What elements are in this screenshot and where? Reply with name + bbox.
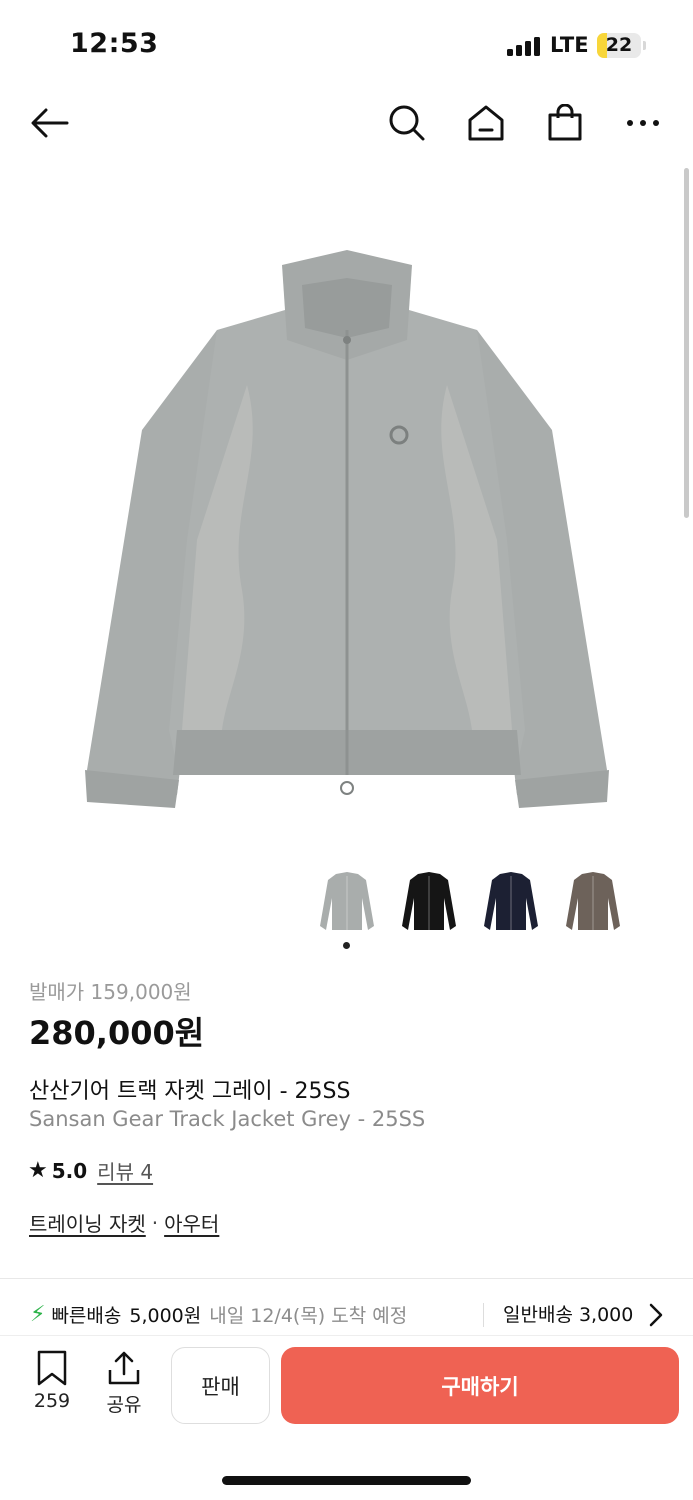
search-button[interactable]: [381, 95, 433, 151]
back-button[interactable]: [23, 95, 75, 151]
thumbnail-brown[interactable]: [552, 865, 634, 937]
battery-icon: 22: [597, 33, 641, 58]
share-label: 공유: [106, 1394, 142, 1416]
jacket-image: [84, 250, 609, 808]
star-icon: ★: [28, 1158, 48, 1183]
chevron-right-icon[interactable]: [648, 1303, 664, 1327]
bookmark-count: 259: [33, 1390, 71, 1412]
divider: [0, 1278, 693, 1279]
home-indicator[interactable]: [222, 1476, 471, 1485]
product-image[interactable]: [0, 165, 693, 855]
fast-shipping-label: 빠른배송: [51, 1304, 122, 1327]
thumbnail-jacket-brown: [566, 872, 620, 930]
back-arrow-icon: [31, 108, 69, 138]
share-button[interactable]: 공유: [99, 1350, 149, 1417]
buy-button[interactable]: 구매하기: [281, 1347, 679, 1424]
thumbnail-jacket-navy: [484, 872, 538, 930]
fast-shipping-price: 5,000원: [129, 1304, 202, 1327]
share-icon: [108, 1351, 140, 1385]
categories: 트레이닝 자켓 · 아우터: [29, 1208, 219, 1237]
thumbnail-grey[interactable]: [306, 865, 388, 937]
rating-score: 5.0: [51, 1158, 88, 1183]
more-button[interactable]: [617, 95, 669, 151]
signal-icon: [507, 36, 541, 56]
sell-button[interactable]: 판매: [171, 1347, 270, 1424]
category-link-training-jacket[interactable]: 트레이닝 자켓: [29, 1208, 146, 1237]
thumbnail-navy[interactable]: [470, 865, 552, 937]
thumbnail-jacket-grey: [320, 872, 374, 930]
search-icon: [389, 105, 425, 141]
battery-level: 22: [605, 34, 633, 56]
battery-tip: [643, 41, 646, 50]
shipping-separator: [483, 1303, 484, 1327]
home-button[interactable]: [460, 95, 512, 151]
color-thumbnails: [306, 865, 634, 937]
rating: ★ 5.0 리뷰 4: [28, 1156, 153, 1185]
fast-shipping-eta: 내일 12/4(목) 도착 예정: [209, 1304, 408, 1327]
thumbnail-black[interactable]: [388, 865, 470, 937]
normal-shipping-option[interactable]: 일반배송 3,000: [503, 1300, 643, 1327]
cart-button[interactable]: [539, 95, 591, 151]
release-price: 발매가 159,000원: [29, 980, 192, 1004]
home-icon: [468, 105, 504, 141]
top-nav: [0, 95, 693, 155]
lightning-icon: ⚡: [30, 1301, 46, 1327]
product-title-ko: 산산기어 트랙 자켓 그레이 - 25SS: [29, 1079, 351, 1104]
status-time: 12:53: [70, 28, 159, 59]
shopping-bag-icon: [548, 104, 582, 141]
bookmark-button[interactable]: 259: [27, 1350, 77, 1412]
scrollbar[interactable]: [684, 168, 689, 518]
bookmark-icon: [37, 1350, 67, 1386]
carousel-indicator: [343, 942, 350, 949]
more-icon: [627, 120, 659, 126]
status-bar: 12:53 LTE 22: [0, 0, 693, 90]
category-link-outer[interactable]: 아우터: [164, 1208, 219, 1237]
category-separator: ·: [151, 1210, 159, 1235]
price: 280,000원: [29, 1014, 205, 1052]
review-link[interactable]: 리뷰 4: [97, 1156, 153, 1185]
network-type: LTE: [550, 33, 589, 57]
thumbnail-jacket-black: [402, 872, 456, 930]
product-title-en: Sansan Gear Track Jacket Grey - 25SS: [29, 1107, 426, 1131]
